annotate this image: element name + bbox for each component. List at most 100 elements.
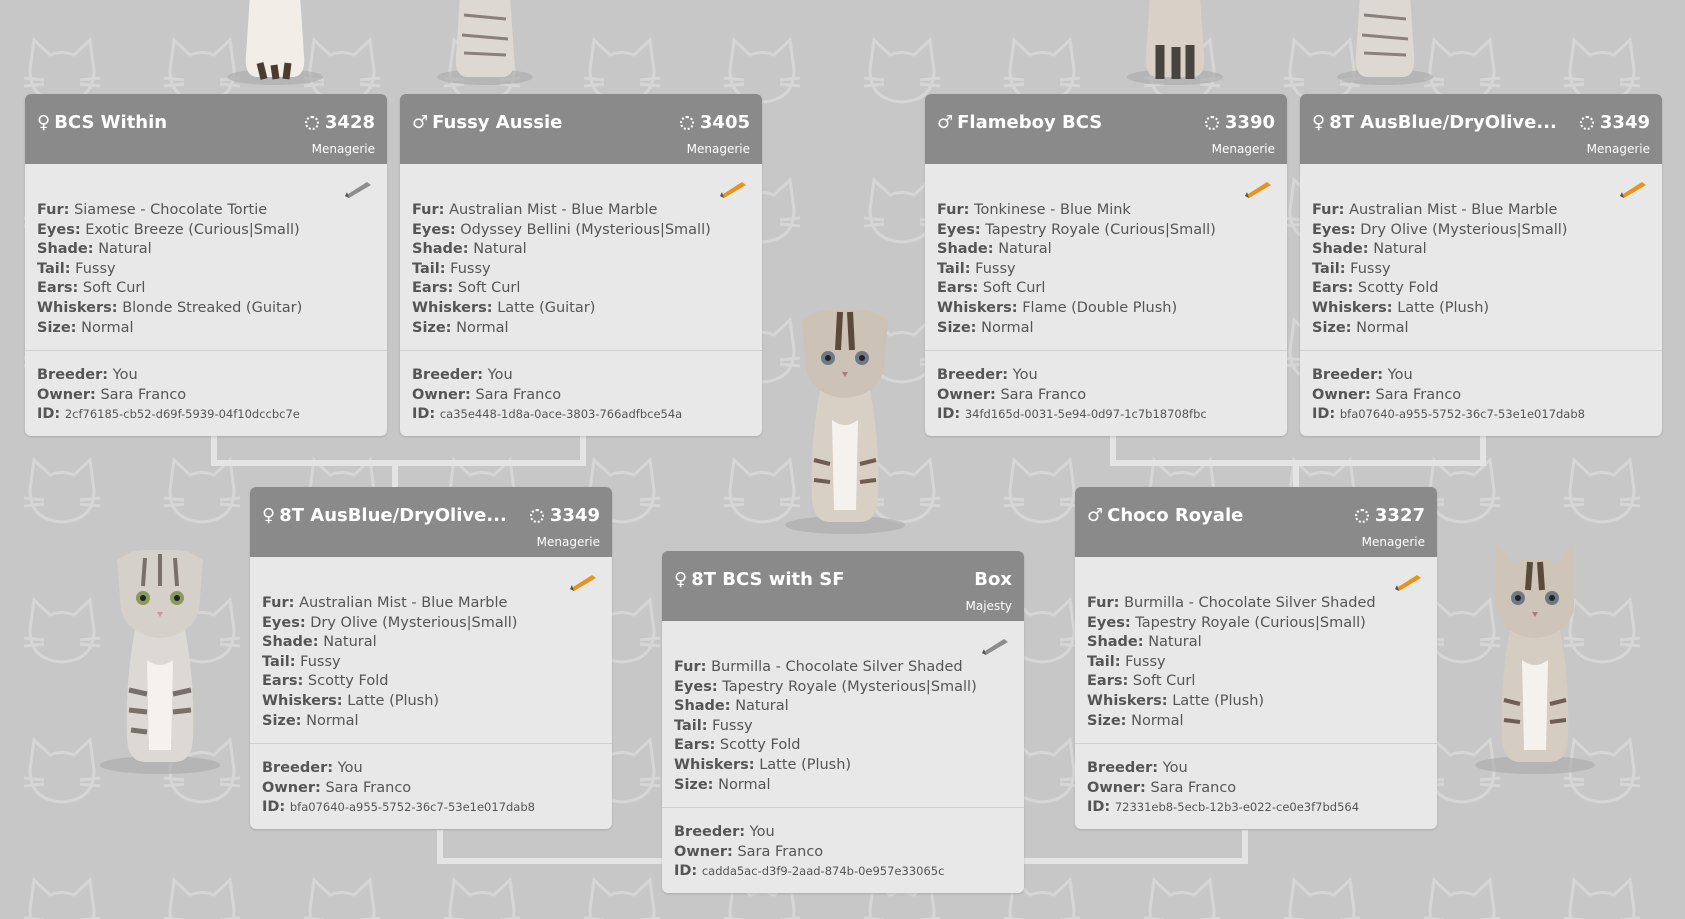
value: Fussy: [975, 260, 1016, 277]
pencil-orange-icon[interactable]: [1243, 178, 1273, 198]
pencil-orange-icon[interactable]: [718, 178, 748, 198]
value: Blonde Streaked (Guitar): [122, 299, 303, 316]
cat-name-text[interactable]: 8T AusBlue/DryOlive...: [1329, 112, 1557, 133]
value: 34fd165d-0031-5e94-0d97-1c7b18708fbc: [964, 407, 1207, 422]
value: Latte (Plush): [759, 756, 852, 773]
label: Shade:: [262, 634, 319, 651]
cat-name-text[interactable]: Choco Royale: [1107, 505, 1243, 526]
gender-icon: ♀: [262, 505, 276, 526]
cat-card[interactable]: ♀ 8T AusBlue/DryOlive... 3349 Menagerie F…: [250, 487, 612, 829]
gender-icon: ♂: [412, 112, 429, 133]
cat-name-text[interactable]: BCS Within: [54, 112, 167, 133]
cat-figure-center: [785, 310, 905, 534]
cat-card[interactable]: ♂ Choco Royale 3327 Menagerie Fur: Burmil…: [1075, 487, 1437, 829]
trait-ears: Ears: Soft Curl: [37, 279, 302, 299]
value: Natural: [98, 241, 152, 258]
value: Natural: [1148, 634, 1202, 651]
trait-list: Fur: Australian Mist - Blue Marble Eyes:…: [1312, 201, 1567, 338]
cattery-tag: Majesty: [965, 599, 1012, 613]
label: Ears:: [262, 673, 304, 690]
value: Australian Mist - Blue Marble: [1349, 202, 1558, 218]
cat-name[interactable]: ♀ 8T AusBlue/DryOlive...: [1312, 112, 1557, 133]
trait-ears: Ears: Scotty Fold: [1312, 279, 1567, 299]
card-meta: Breeder: You Owner: Sara Franco ID: 7233…: [1087, 759, 1359, 818]
label: Eyes:: [412, 221, 456, 238]
breeder-row: Breeder: You: [412, 366, 682, 386]
cat-figure: [437, 0, 533, 85]
trait-tail: Tail: Fussy: [1087, 653, 1376, 673]
trait-ears: Ears: Soft Curl: [937, 279, 1216, 299]
trait-whiskers: Whiskers: Latte (Plush): [674, 756, 977, 776]
value: Fussy: [712, 717, 753, 734]
trait-list: Fur: Australian Mist - Blue Marble Eyes:…: [412, 201, 711, 338]
value: ca35e448-1d8a-0ace-3803-766adfbce54a: [439, 407, 683, 422]
value: bfa07640-a955-5752-36c7-53e1e017dab8: [289, 800, 535, 815]
cat-name[interactable]: ♀ 8T AusBlue/DryOlive...: [262, 505, 507, 526]
cat-name[interactable]: ♂ Flameboy BCS: [937, 112, 1102, 133]
generation-icon: [304, 115, 319, 130]
value: bfa07640-a955-5752-36c7-53e1e017dab8: [1339, 407, 1585, 422]
value: You: [1162, 760, 1188, 776]
pencil-orange-icon[interactable]: [568, 571, 598, 591]
cat-name[interactable]: ♀ 8T BCS with SF: [674, 569, 845, 590]
label: Eyes:: [937, 221, 981, 238]
value: You: [487, 367, 513, 383]
cat-card[interactable]: ♀ 8T AusBlue/DryOlive... 3349 Menagerie F…: [1300, 94, 1662, 436]
label: Tail:: [37, 260, 71, 277]
trait-eyes: Eyes: Dry Olive (Mysterious|Small): [1312, 221, 1567, 241]
label: Size:: [1312, 319, 1352, 336]
card-header: ♀ BCS Within 3428 Menagerie: [25, 94, 387, 164]
label: Ears:: [1087, 673, 1129, 690]
label: Size:: [37, 319, 77, 336]
pencil-orange-icon[interactable]: [1393, 571, 1423, 591]
label: Whiskers:: [674, 756, 755, 773]
trait-list: Fur: Tonkinese - Blue Mink Eyes: Tapestr…: [937, 201, 1216, 338]
value: Natural: [323, 634, 377, 651]
cat-name-text[interactable]: Flameboy BCS: [957, 112, 1102, 133]
cat-card[interactable]: ♂ Flameboy BCS 3390 Menagerie Fur: Tonkin…: [925, 94, 1287, 436]
trait-fur: Fur: Burmilla - Chocolate Silver Shaded: [674, 658, 977, 678]
pencil-gray-icon[interactable]: [343, 178, 373, 198]
divider: [25, 350, 387, 351]
label: Ears:: [937, 280, 979, 297]
card-header: ♀ 8T AusBlue/DryOlive... 3349 Menagerie: [250, 487, 612, 557]
breeder-row: Breeder: You: [262, 759, 535, 779]
cat-name[interactable]: ♀ BCS Within: [37, 112, 167, 133]
cat-name-text[interactable]: 8T AusBlue/DryOlive...: [279, 505, 507, 526]
id-row: ID: bfa07640-a955-5752-36c7-53e1e017dab8: [262, 798, 535, 818]
cat-name-text[interactable]: 8T BCS with SF: [691, 569, 844, 590]
value: Normal: [81, 319, 134, 336]
label: ID:: [37, 406, 61, 423]
generation-value: 3349: [549, 505, 600, 526]
cat-card[interactable]: ♀ BCS Within 3428 Menagerie Fur: Siamese …: [25, 94, 387, 436]
cat-card-selected[interactable]: ♀ 8T BCS with SF Box Majesty Fur: Burmill…: [662, 551, 1024, 893]
label: Eyes:: [37, 221, 81, 238]
label: Tail:: [1312, 260, 1346, 277]
gender-icon: ♀: [674, 569, 688, 590]
gender-icon: ♀: [1312, 112, 1326, 133]
cat-name-text[interactable]: Fussy Aussie: [432, 112, 562, 133]
cat-name[interactable]: ♂ Choco Royale: [1087, 505, 1243, 526]
label: Shade:: [937, 241, 994, 258]
value: Odyssey Bellini (Mysterious|Small): [460, 221, 711, 238]
generation-icon: [529, 508, 544, 523]
label: Eyes:: [262, 614, 306, 631]
trait-shade: Shade: Natural: [262, 633, 517, 653]
trait-size: Size: Normal: [1312, 319, 1567, 339]
trait-fur: Fur: Australian Mist - Blue Marble: [262, 594, 517, 614]
value: Sara Franco: [737, 843, 824, 860]
label: Owner:: [1087, 779, 1146, 796]
owner-row: Owner: Sara Franco: [674, 843, 944, 863]
owner-row: Owner: Sara Franco: [412, 386, 682, 406]
cat-card[interactable]: ♂ Fussy Aussie 3405 Menagerie Fur: Austra…: [400, 94, 762, 436]
value: Soft Curl: [1132, 673, 1196, 690]
generation-value: 3349: [1599, 112, 1650, 133]
cat-name[interactable]: ♂ Fussy Aussie: [412, 112, 562, 133]
label: Eyes:: [1087, 614, 1131, 631]
pencil-orange-icon[interactable]: [1618, 178, 1648, 198]
tree-connector: [211, 460, 586, 466]
trait-whiskers: Whiskers: Blonde Streaked (Guitar): [37, 299, 302, 319]
pencil-gray-icon[interactable]: [980, 635, 1010, 655]
id-row: ID: 2cf76185-cb52-d69f-5939-04f10dccbc7e: [37, 405, 300, 425]
value: Normal: [456, 319, 509, 336]
